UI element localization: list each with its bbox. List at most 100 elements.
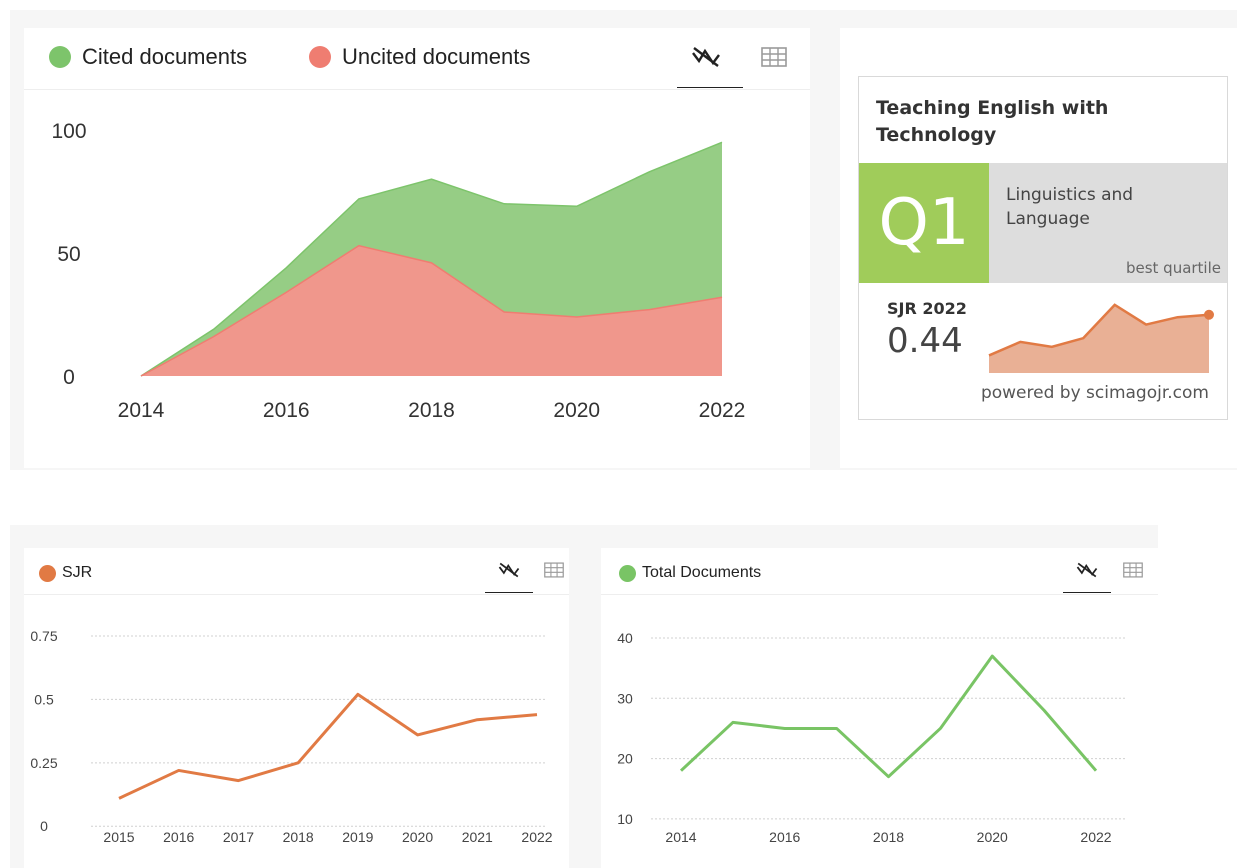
sjr-point <box>118 797 121 800</box>
legend-sjr[interactable]: SJR <box>39 564 92 582</box>
y-tick-label: 20 <box>617 751 633 767</box>
sjr-legend-label: SJR <box>62 564 93 581</box>
uncited-legend-label: Uncited documents <box>342 44 531 69</box>
sjr-point <box>416 733 419 736</box>
y-tick-label: 40 <box>617 630 633 646</box>
y-tick-label: 30 <box>617 690 633 706</box>
x-tick-label: 2020 <box>553 399 600 422</box>
documents-chart-tab-underline <box>1063 592 1111 593</box>
x-tick-label: 2022 <box>699 399 746 422</box>
sjr-widget-panel: Teaching English with Technology Q1 Ling… <box>840 28 1237 468</box>
sjr-point <box>356 693 359 696</box>
chart-view-tab-underline <box>677 87 743 88</box>
x-tick-label: 2017 <box>223 829 254 845</box>
total-documents-point <box>835 727 838 730</box>
x-tick-label: 2022 <box>521 829 552 845</box>
uncited-documents-point <box>357 244 360 247</box>
x-tick-label: 2015 <box>103 829 134 845</box>
sjr-line-chart: 0 0.25 0.5 0.75 2015 2016 2017 2018 2019 2020 2021… <box>30 628 552 845</box>
journal-title-line1: Teaching English with <box>876 97 1109 119</box>
total-documents-point <box>783 727 786 730</box>
x-tick-label: 2018 <box>283 829 314 845</box>
sjr-chart-tab-underline <box>485 592 533 593</box>
category-name: Linguistics and Language <box>1006 183 1133 231</box>
sjr-header-separator <box>24 594 569 595</box>
cited-documents-point <box>430 178 433 181</box>
citations-chart-panel: Cited documents Uncited documents 0 50 100… <box>24 28 810 468</box>
sjr-chart-panel: SJR 0 0.25 0.5 0.75 2015 2016 2017 2018 2019 2020… <box>24 548 569 868</box>
x-tick-label: 2014 <box>665 829 696 845</box>
total-documents-point <box>991 655 994 658</box>
y-tick-label: 50 <box>57 243 80 266</box>
cited-legend-label: Cited documents <box>82 44 248 69</box>
uncited-documents-point <box>721 296 724 299</box>
legend-uncited[interactable]: Uncited documents <box>309 44 530 70</box>
documents-line-chart: 10 20 30 40 2014 2016 2018 2020 2022 <box>617 630 1125 845</box>
y-tick-label: 0.25 <box>30 755 57 771</box>
sjr-label: SJR 2022 <box>887 299 967 318</box>
sparkline-last-point <box>1204 309 1214 320</box>
y-tick-label: 100 <box>51 120 86 143</box>
table-view-icon[interactable] <box>541 559 567 581</box>
legend-cited[interactable]: Cited documents <box>49 44 247 70</box>
cited-legend-dot <box>49 46 71 68</box>
y-tick-label: 10 <box>617 811 633 827</box>
category-line2: Language <box>1006 209 1090 229</box>
legend-total-documents[interactable]: Total Documents <box>619 564 761 582</box>
category-box: Linguistics and Language best quartile <box>989 163 1227 283</box>
total-documents-legend-dot <box>619 564 636 582</box>
total-documents-point <box>887 775 890 778</box>
sjr-point <box>177 769 180 772</box>
sjr-line <box>118 692 538 800</box>
uncited-documents-point <box>285 291 288 294</box>
x-tick-label: 2016 <box>263 399 310 422</box>
sjr-point <box>476 718 479 721</box>
category-line1: Linguistics and <box>1006 185 1134 205</box>
uncited-documents-point <box>503 311 506 314</box>
sjr-point <box>297 761 300 764</box>
uncited-documents-point <box>140 375 143 378</box>
documents-chart-panel: Total Documents 10 20 30 40 2014 2016 2018 2020… <box>601 548 1158 868</box>
chart-view-icon[interactable] <box>494 558 524 582</box>
cited-documents-point <box>357 197 360 200</box>
cited-documents-point <box>575 205 578 208</box>
total-documents-point <box>731 721 734 724</box>
quartile-label: Q1 <box>878 186 970 260</box>
quartile-box: Q1 <box>859 163 989 283</box>
sjr-point <box>536 713 539 716</box>
y-tick-label: 0.75 <box>30 628 57 644</box>
x-tick-label: 2020 <box>402 829 433 845</box>
cited-documents-point <box>721 141 724 144</box>
sparkline-area <box>989 304 1209 373</box>
total-documents-point <box>1043 709 1046 712</box>
x-tick-label: 2018 <box>408 399 455 422</box>
sjr-sparkline <box>988 303 1214 373</box>
journal-title-line2: Technology <box>876 124 997 146</box>
cited-documents-point <box>503 202 506 205</box>
x-tick-label: 2020 <box>977 829 1008 845</box>
x-tick-label: 2022 <box>1080 829 1111 845</box>
table-view-icon[interactable] <box>1120 559 1146 581</box>
total-documents-point <box>680 769 683 772</box>
chart-view-icon[interactable] <box>1072 558 1102 582</box>
uncited-documents-point <box>575 315 578 318</box>
x-tick-label: 2014 <box>118 399 165 422</box>
total-documents-point <box>1095 769 1098 772</box>
x-tick-label: 2018 <box>873 829 904 845</box>
sjr-widget[interactable]: Teaching English with Technology Q1 Ling… <box>858 76 1228 420</box>
y-tick-label: 0 <box>63 366 75 389</box>
x-tick-label: 2016 <box>769 829 800 845</box>
uncited-legend-dot <box>309 46 331 68</box>
y-tick-label: 0 <box>40 818 48 834</box>
chart-view-icon[interactable] <box>688 42 724 72</box>
uncited-documents-point <box>212 335 215 338</box>
citations-area-chart: 0 50 100 2014 2016 2018 2020 2022 <box>51 120 746 422</box>
uncited-documents-point <box>648 308 651 311</box>
table-view-icon[interactable] <box>756 44 792 70</box>
powered-by-label[interactable]: powered by scimagojr.com <box>981 383 1209 403</box>
sjr-point <box>237 779 240 782</box>
sjr-legend-dot <box>39 564 56 582</box>
uncited-documents-point <box>430 261 433 264</box>
x-tick-label: 2019 <box>342 829 373 845</box>
cited-documents-point <box>285 266 288 269</box>
